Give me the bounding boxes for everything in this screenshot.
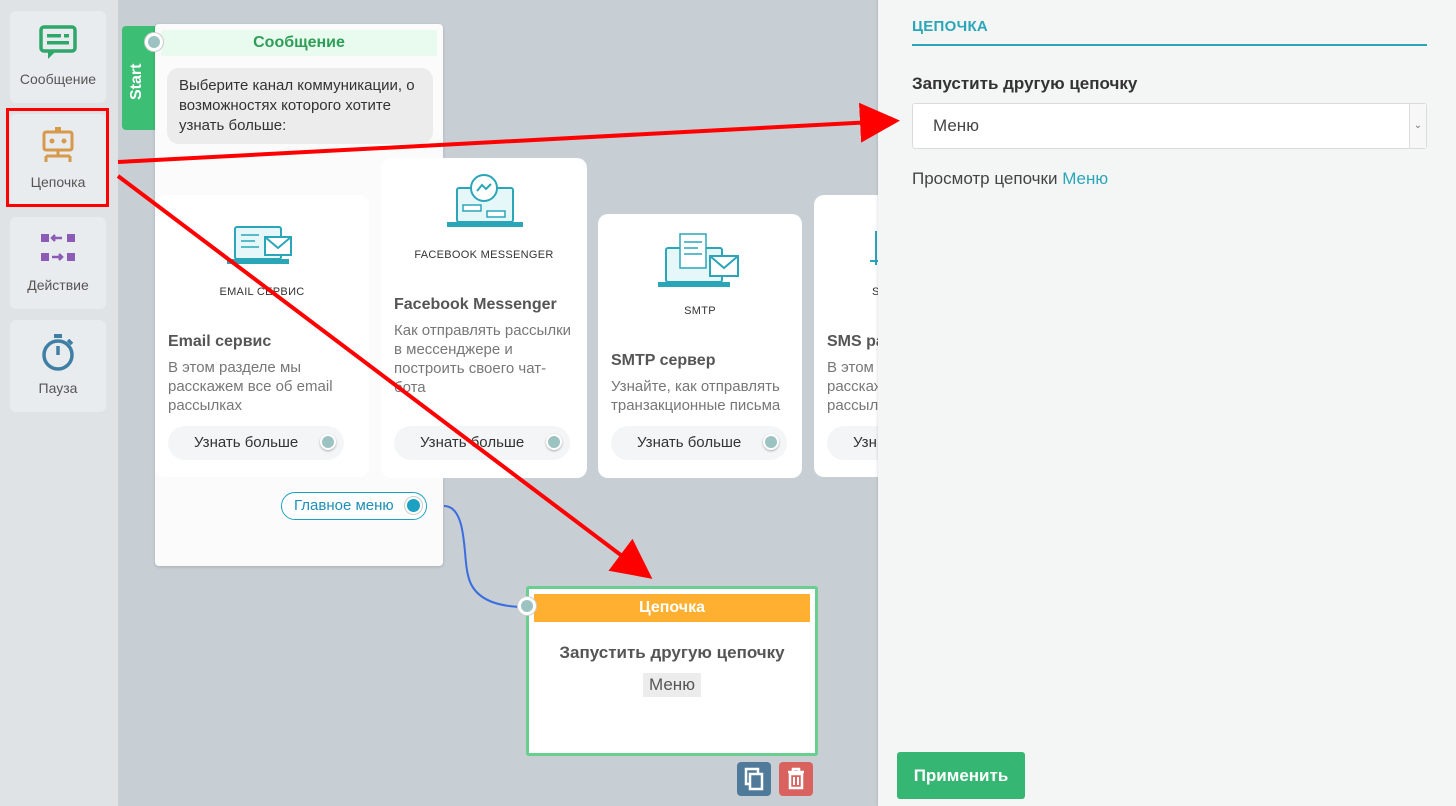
tool-message[interactable]: Сообщение — [10, 11, 106, 103]
chain-node-value: Меню — [643, 673, 701, 697]
action-icon — [41, 234, 75, 261]
chain-preview-prefix: Просмотр цепочки — [912, 169, 1058, 188]
tool-action[interactable]: Действие — [10, 217, 106, 309]
chain-node-title: Цепочка — [534, 594, 810, 622]
chain-input-port[interactable] — [518, 597, 536, 615]
tool-sidebar: Сообщение Цепочка Действие Пауза — [0, 0, 118, 806]
stopwatch-icon — [42, 334, 74, 371]
tool-message-label: Сообщение — [19, 71, 97, 87]
apply-button[interactable]: Применить — [897, 752, 1025, 799]
trash-icon — [788, 767, 804, 790]
chain-select-value: Меню — [933, 116, 979, 135]
chain-node[interactable]: Цепочка Запустить другую цепочку Меню — [526, 586, 818, 756]
message-icon — [39, 25, 77, 59]
chain-node-heading: Запустить другую цепочку — [559, 643, 785, 662]
chain-preview-link[interactable]: Меню — [1062, 169, 1108, 188]
flow-canvas[interactable]: Start Сообщение Выберите канал коммуника… — [118, 0, 878, 806]
chain-select[interactable]: Меню ⌄ — [912, 103, 1427, 149]
chain-field-label: Запустить другую цепочку — [912, 74, 1138, 93]
chain-preview: Просмотр цепочки Меню — [912, 169, 1108, 189]
copy-button[interactable] — [737, 762, 771, 796]
settings-panel: ЦЕПОЧКА Запустить другую цепочку Меню ⌄ … — [878, 0, 1456, 806]
tool-action-label: Действие — [27, 277, 89, 293]
tool-pause-label: Пауза — [38, 380, 78, 396]
panel-title: ЦЕПОЧКА — [912, 18, 989, 35]
panel-divider — [912, 44, 1427, 46]
annotation-highlight-box — [6, 108, 109, 207]
delete-button[interactable] — [779, 762, 813, 796]
chevron-down-icon[interactable]: ⌄ — [1409, 104, 1426, 148]
tool-pause[interactable]: Пауза — [10, 320, 106, 412]
copy-icon — [744, 767, 764, 791]
